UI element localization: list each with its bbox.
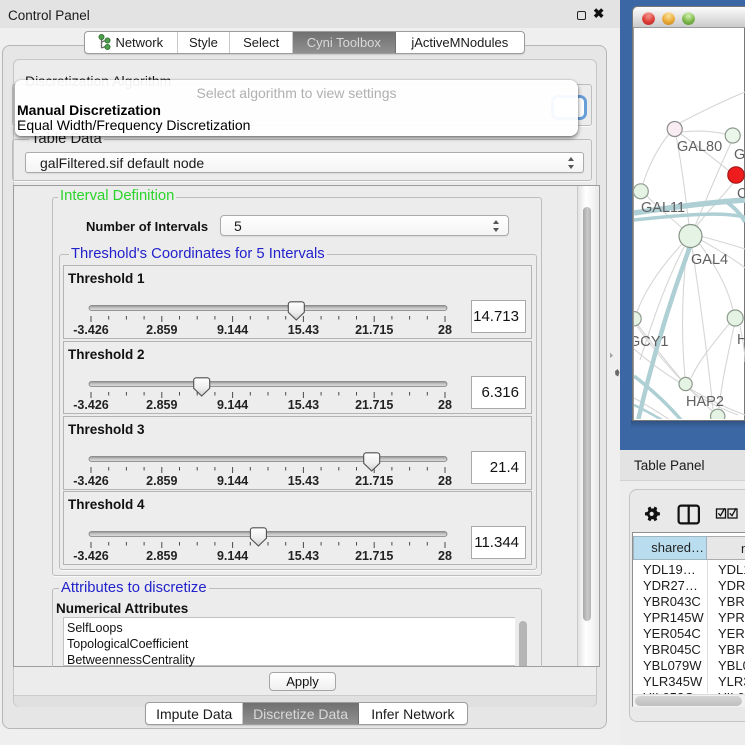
svg-text:C: C — [737, 186, 745, 202]
svg-text:GCY1: GCY1 — [634, 334, 669, 350]
svg-text:H: H — [737, 332, 745, 348]
svg-text:GAL80: GAL80 — [677, 139, 722, 155]
svg-text:GA: GA — [734, 147, 745, 163]
svg-text:GAL11: GAL11 — [641, 200, 685, 216]
svg-text:HAP2: HAP2 — [686, 394, 724, 410]
svg-text:GAL4: GAL4 — [691, 252, 728, 268]
